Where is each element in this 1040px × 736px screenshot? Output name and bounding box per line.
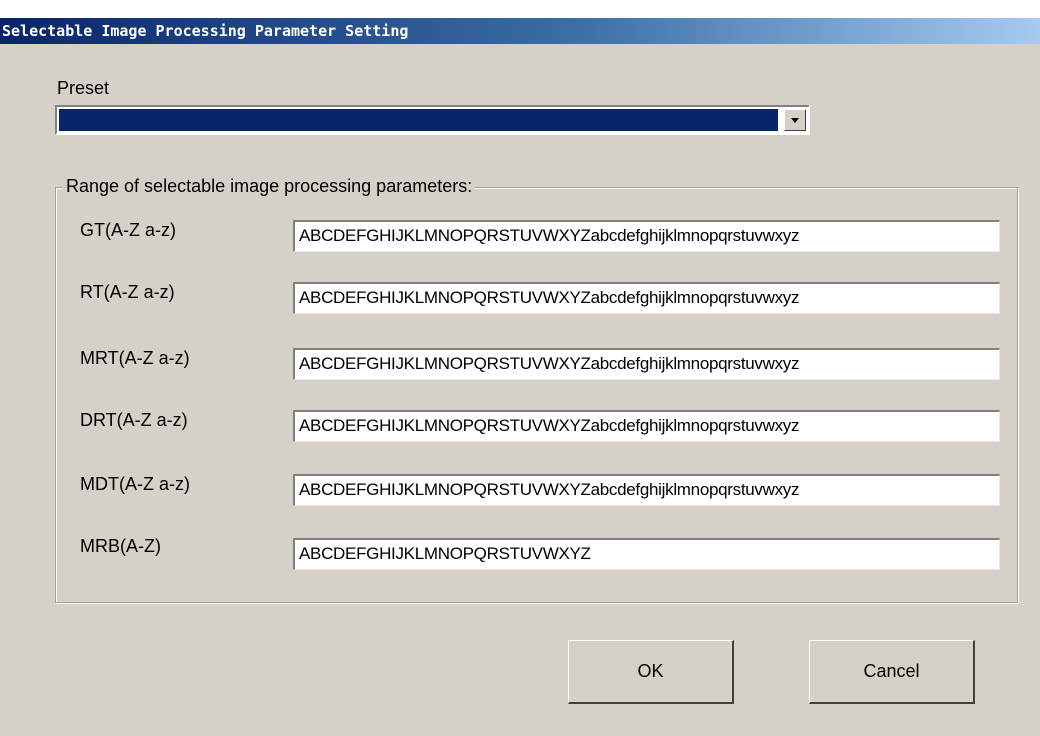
param-input-mrb[interactable]: ABCDEFGHIJKLMNOPQRSTUVWXYZ xyxy=(293,538,1000,570)
dialog-window: Selectable Image Processing Parameter Se… xyxy=(0,0,1040,736)
preset-dropdown[interactable] xyxy=(55,105,810,135)
param-label-mrb: MRB(A-Z) xyxy=(80,536,161,556)
chevron-down-icon xyxy=(791,118,799,123)
preset-selected-value[interactable] xyxy=(59,109,778,131)
param-label-mrt: MRT(A-Z a-z) xyxy=(80,348,190,368)
param-input-gt[interactable]: ABCDEFGHIJKLMNOPQRSTUVWXYZabcdefghijklmn… xyxy=(293,220,1000,252)
ok-button[interactable]: OK xyxy=(568,640,734,704)
group-legend: Range of selectable image processing par… xyxy=(63,176,476,197)
param-label-rt: RT(A-Z a-z) xyxy=(80,282,175,302)
preset-label: Preset xyxy=(57,78,110,98)
param-label-gt: GT(A-Z a-z) xyxy=(80,220,176,240)
param-input-rt[interactable]: ABCDEFGHIJKLMNOPQRSTUVWXYZabcdefghijklmn… xyxy=(293,282,1000,314)
cancel-button[interactable]: Cancel xyxy=(809,640,975,704)
param-label-drt: DRT(A-Z a-z) xyxy=(80,410,188,430)
param-input-mdt[interactable]: ABCDEFGHIJKLMNOPQRSTUVWXYZabcdefghijklmn… xyxy=(293,474,1000,506)
param-input-mrt[interactable]: ABCDEFGHIJKLMNOPQRSTUVWXYZabcdefghijklmn… xyxy=(293,348,1000,380)
title-bar: Selectable Image Processing Parameter Se… xyxy=(0,18,1040,44)
dropdown-button[interactable] xyxy=(784,109,806,131)
param-input-drt[interactable]: ABCDEFGHIJKLMNOPQRSTUVWXYZabcdefghijklmn… xyxy=(293,410,1000,442)
param-label-mdt: MDT(A-Z a-z) xyxy=(80,474,190,494)
top-strip xyxy=(0,0,1040,18)
